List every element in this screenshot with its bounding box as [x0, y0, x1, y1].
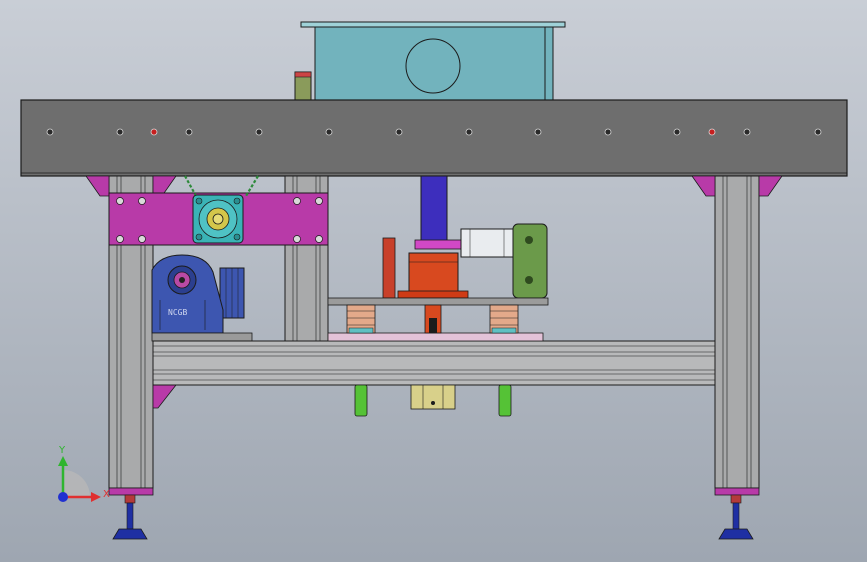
- press-platen[interactable]: [327, 297, 549, 306]
- plate-bolt: [116, 197, 124, 205]
- top-crossbeam[interactable]: [20, 99, 848, 177]
- plate-bolt: [293, 235, 301, 243]
- triad-x-label: X: [103, 489, 110, 500]
- spring-bushing-right: [489, 304, 519, 334]
- beam-bolt-hole: [708, 128, 716, 136]
- beam-bolt-hole: [743, 128, 751, 136]
- beam-bolt-hole: [534, 128, 542, 136]
- plate-bolt: [138, 197, 146, 205]
- plate-bolt: [138, 235, 146, 243]
- beam-bolt-hole: [46, 128, 54, 136]
- press-cylinder-rod[interactable]: [420, 175, 448, 243]
- top-tank[interactable]: [300, 21, 566, 101]
- triad-y-label: Y: [58, 445, 66, 456]
- beam-bolt-hole: [325, 128, 333, 136]
- plate-bolt: [293, 197, 301, 205]
- plate-bolt: [315, 235, 323, 243]
- lower-cross-rail[interactable]: [152, 340, 716, 386]
- plate-bolt: [315, 197, 323, 205]
- beam-bolt-hole: [814, 128, 822, 136]
- plate-bolt: [116, 235, 124, 243]
- tank-lid: [300, 21, 566, 28]
- lower-cylinder-block[interactable]: [410, 384, 456, 410]
- tank-body: [314, 26, 554, 101]
- beam-bolt-hole: [185, 128, 193, 136]
- cad-viewport[interactable]: NCGB Y X: [0, 0, 867, 562]
- fixture-base-plate: [327, 332, 544, 342]
- lower-guide-pin-left: [354, 384, 368, 417]
- beam-bolt-hole: [604, 128, 612, 136]
- beam-bolt-hole: [395, 128, 403, 136]
- beam-bolt-hole: [150, 128, 158, 136]
- spring-bushing-left: [346, 304, 376, 334]
- flange-bearing[interactable]: [192, 194, 244, 244]
- right-outer-post[interactable]: [714, 175, 760, 489]
- center-stem: [424, 304, 442, 334]
- press-head[interactable]: [397, 252, 469, 299]
- assembly-drawing[interactable]: NCGB Y X: [0, 0, 867, 562]
- gearmotor-base: [151, 332, 253, 342]
- lower-guide-pin-right: [498, 384, 512, 417]
- beam-bolt-hole: [116, 128, 124, 136]
- beam-bolt-hole: [255, 128, 263, 136]
- top-sensor-block[interactable]: [294, 71, 312, 101]
- beam-bolt-hole: [673, 128, 681, 136]
- gearmotor-brand-label: NCGB: [168, 308, 187, 317]
- beam-bolt-hole: [465, 128, 473, 136]
- guide-rod-vertical: [382, 237, 396, 299]
